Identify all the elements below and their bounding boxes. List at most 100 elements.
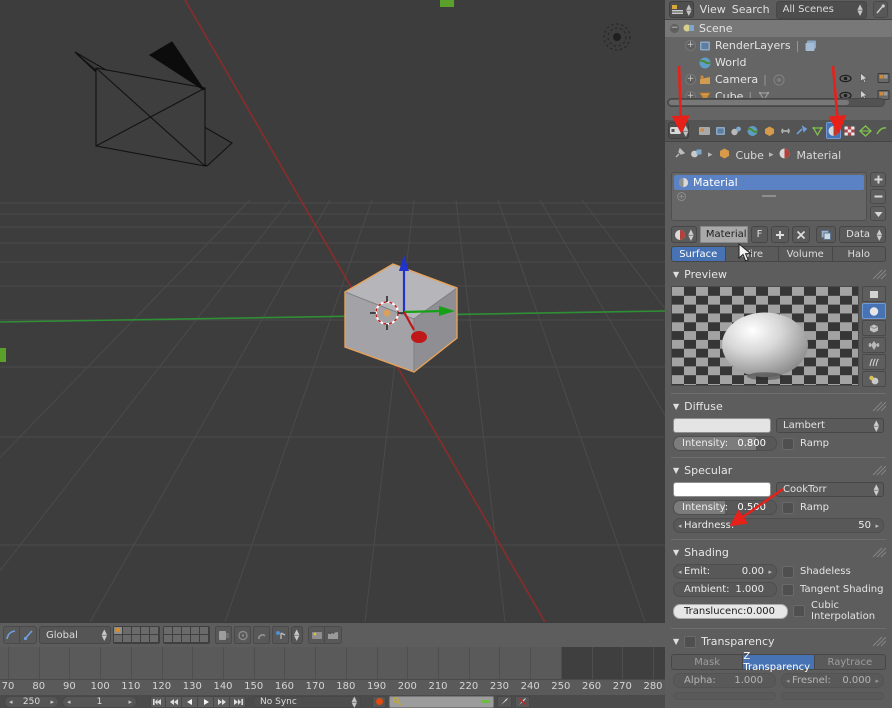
pivot-icon[interactable] <box>234 626 251 644</box>
tab-wire[interactable]: Wire <box>725 246 779 262</box>
tab-volume[interactable]: Volume <box>779 246 833 262</box>
timeline-ruler[interactable]: 70 80 90 100 110 120 130 140 150 160 170 180 190 200 2… <box>0 679 665 695</box>
render-animation-icon[interactable] <box>325 626 342 644</box>
renderlayer-badge-icon[interactable] <box>804 39 818 53</box>
pin-icon[interactable] <box>673 147 686 163</box>
panel-header-specular[interactable]: ▼ Specular <box>665 462 892 479</box>
tab-data[interactable] <box>810 122 824 139</box>
layer-block-2[interactable] <box>163 626 210 644</box>
tab-particles[interactable] <box>875 122 889 139</box>
viewport-shading-icon[interactable] <box>215 626 232 644</box>
shadeless-row[interactable]: Shadeless <box>782 565 884 578</box>
transparency-extra-left[interactable] <box>673 692 776 700</box>
breadcrumb-object-label[interactable]: Cube <box>736 149 764 162</box>
transparency-mode-raytrace[interactable]: Raytrace <box>814 654 886 670</box>
layer-cell[interactable] <box>132 635 141 643</box>
layer-cell[interactable] <box>150 627 159 635</box>
panel-header-preview[interactable]: ▼ Preview <box>665 266 892 283</box>
material-slot-item[interactable]: Material <box>674 175 864 190</box>
diffuse-color-row[interactable]: Lambert ▲ ▼ <box>673 418 884 433</box>
sphere-sky-preview-button[interactable] <box>862 371 886 387</box>
chevron-left-icon[interactable]: ◂ <box>678 568 682 576</box>
delete-keyframe-button[interactable] <box>515 695 530 708</box>
material-preview-image[interactable] <box>671 286 859 386</box>
material-slot-area[interactable]: Material <box>671 172 886 221</box>
expander-plus-icon[interactable]: + <box>685 74 696 85</box>
tab-world-context[interactable] <box>730 122 744 139</box>
layer-cell[interactable] <box>141 627 150 635</box>
transparency-checkbox[interactable] <box>684 635 697 648</box>
tab-modifiers[interactable] <box>794 122 808 139</box>
remove-slot-button[interactable] <box>870 189 886 204</box>
expander-minus-icon[interactable]: − <box>669 23 680 34</box>
outliner-scrollbar[interactable] <box>667 98 885 107</box>
layer-cell[interactable] <box>132 627 141 635</box>
keying-set-field[interactable] <box>389 695 494 708</box>
shading-ambient-row[interactable]: Ambient: 1.000 Tangent Shading <box>673 582 884 597</box>
properties-editor[interactable]: ▲ ▼ ▸ Cube ▸ Material Material ▲ ▼ Mater… <box>665 120 892 708</box>
layer-cell[interactable] <box>191 635 200 643</box>
snap-magnet-icon[interactable] <box>253 626 270 644</box>
layer-cell[interactable] <box>114 627 123 635</box>
fake-user-button[interactable]: F <box>750 226 769 243</box>
properties-tab-bar[interactable]: ▲ ▼ <box>665 120 892 142</box>
object-mode-icon[interactable] <box>20 626 37 644</box>
transparency-mode-mask[interactable]: Mask <box>671 654 744 670</box>
end-frame-field[interactable]: ◂ 250 ▸ <box>4 695 59 708</box>
layer-cell[interactable] <box>141 635 150 643</box>
outliner-row-scene[interactable]: − Scene <box>665 20 892 37</box>
sync-mode-dropdown[interactable]: No Sync ▲ ▼ <box>253 695 361 708</box>
shading-ambient-field[interactable]: Ambient: 1.000 <box>673 582 777 597</box>
rewind-button[interactable] <box>166 695 182 708</box>
specular-color-swatch[interactable] <box>673 482 771 497</box>
material-browse-button[interactable]: ▲ ▼ <box>671 226 697 243</box>
outliner-editor[interactable]: ▲▼ View Search All Scenes ▲▼ − Scene + <box>665 0 892 120</box>
monkey-preview-button[interactable] <box>862 337 886 353</box>
play-reverse-button[interactable] <box>182 695 198 708</box>
add-slot-button[interactable] <box>870 172 886 187</box>
shading-emit-field[interactable]: ◂ Emit: 0.00 ▸ <box>673 564 777 579</box>
specular-ramp-row[interactable]: Ramp <box>782 501 884 514</box>
tangent-shading-checkbox[interactable] <box>782 583 794 596</box>
layer-cell[interactable] <box>200 635 209 643</box>
diffuse-shader-dropdown[interactable]: Lambert ▲ ▼ <box>776 418 884 433</box>
specular-shader-dropdown[interactable]: CookTorr ▲ ▼ <box>776 482 884 497</box>
tab-surface[interactable]: Surface <box>671 246 726 262</box>
outliner-row-world[interactable]: World <box>665 54 892 71</box>
layer-cell[interactable] <box>191 627 200 635</box>
copy-material-button[interactable] <box>816 226 837 243</box>
diffuse-color-swatch[interactable] <box>673 418 771 433</box>
layer-cell[interactable] <box>123 635 132 643</box>
timeline-footer[interactable]: ◂ 250 ▸ ◂ 1 ▸ No Sync ▲ ▼ <box>0 695 665 708</box>
outliner-row-renderlayers[interactable]: + RenderLayers | <box>665 37 892 54</box>
specular-color-row[interactable]: CookTorr ▲ ▼ <box>673 482 884 497</box>
3d-viewport[interactable] <box>0 0 665 622</box>
layer-cell[interactable] <box>164 627 173 635</box>
viewport-header[interactable]: Global ▲ ▼ ▲ ▼ <box>0 622 665 647</box>
specular-hardness-row[interactable]: ◂ Hardness: 50 ▸ <box>673 518 884 533</box>
breadcrumb-material-icon[interactable] <box>778 147 791 163</box>
diffuse-ramp-checkbox[interactable] <box>782 437 794 450</box>
unlink-material-button[interactable] <box>792 226 811 243</box>
specular-hardness-field[interactable]: ◂ Hardness: 50 ▸ <box>673 518 884 533</box>
breadcrumb-scene-icon[interactable] <box>690 147 703 163</box>
jump-to-end-button[interactable] <box>230 695 246 708</box>
material-type-tabs[interactable]: Surface Wire Volume Halo <box>671 246 886 262</box>
fast-forward-button[interactable] <box>214 695 230 708</box>
chevron-left-icon[interactable]: ◂ <box>786 677 790 685</box>
layer-cell[interactable] <box>182 635 191 643</box>
display-mode-dropdown[interactable]: All Scenes ▲ ▼ <box>775 0 867 19</box>
editor-type-icon[interactable] <box>3 626 20 644</box>
playback-controls[interactable] <box>150 695 246 708</box>
cubic-interpolation-checkbox[interactable] <box>793 605 806 617</box>
shadeless-checkbox[interactable] <box>782 565 794 578</box>
render-buttons[interactable] <box>308 626 342 644</box>
transparency-values-row[interactable]: Alpha: 1.000 ◂ Fresnel: 0.000 ▸ <box>673 673 884 688</box>
outliner-tree[interactable]: − Scene + RenderLayers | World + Camera … <box>665 20 892 108</box>
layer-cell[interactable] <box>182 627 191 635</box>
hair-preview-button[interactable] <box>862 354 886 370</box>
specular-ramp-checkbox[interactable] <box>782 501 794 514</box>
timeline-editor[interactable]: 70 80 90 100 110 120 130 140 150 160 170 180 190 200 2… <box>0 647 665 708</box>
shading-translucency-row[interactable]: Translucenc: 0.000 Cubic Interpolation <box>673 600 884 622</box>
slot-specials-button[interactable] <box>870 206 886 221</box>
